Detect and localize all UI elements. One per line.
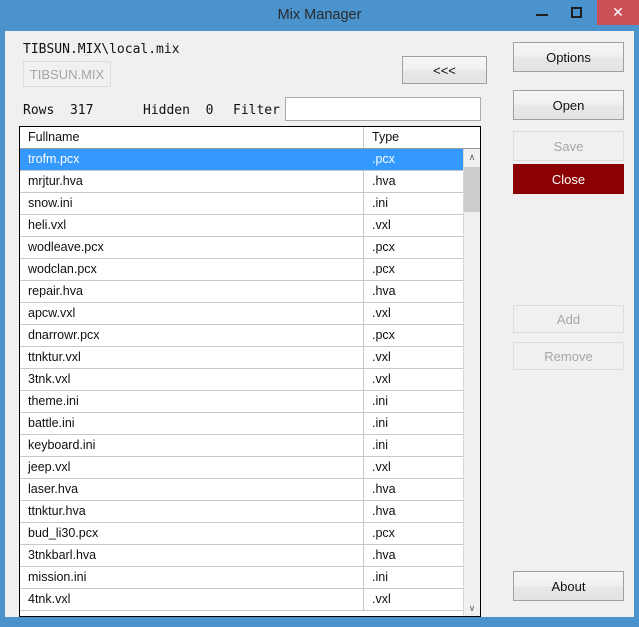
title-bar[interactable]: Mix Manager ✕ [0,0,639,31]
maximize-button[interactable] [562,0,592,25]
cell-type: .pcx [363,259,463,280]
close-window-button[interactable]: ✕ [597,0,639,25]
cell-fullname: 3tnk.vxl [28,372,71,386]
table-row[interactable]: 3tnkbarl.hva .hva [20,545,463,567]
file-list-grid[interactable]: Fullname Type trofm.pcx .pcx mrjtur.hva .hv… [19,126,481,617]
client-area: TIBSUN.MIX\local.mix TIBSUN.MIX <<< Rows… [5,31,634,617]
minimize-icon [536,14,548,16]
table-row[interactable]: theme.ini .ini [20,391,463,413]
scroll-up-arrow-icon[interactable]: ∧ [464,149,480,166]
options-button[interactable]: Options [513,42,624,72]
cell-fullname: trofm.pcx [28,152,80,166]
cell-fullname: repair.hva [28,284,83,298]
cell-type: .hva [363,501,463,522]
cell-type: .vxl [363,369,463,390]
mix-manager-window: Mix Manager ✕ TIBSUN.MIX\local.mix TIBSU… [0,0,639,627]
grid-header-row: Fullname Type [20,127,480,149]
table-row[interactable]: battle.ini .ini [20,413,463,435]
cell-type: .ini [363,391,463,412]
cell-fullname: snow.ini [28,196,73,210]
filter-label: Filter [233,103,280,118]
cell-type: .ini [363,193,463,214]
cell-type: .pcx [363,325,463,346]
scrollbar-thumb[interactable] [464,167,480,212]
table-row[interactable]: wodclan.pcx .pcx [20,259,463,281]
table-row[interactable]: dnarrowr.pcx .pcx [20,325,463,347]
open-button[interactable]: Open [513,90,624,120]
filter-input[interactable] [285,97,481,121]
cell-fullname: wodleave.pcx [28,240,104,254]
cell-type: .hva [363,281,463,302]
cell-fullname: keyboard.ini [28,438,96,452]
table-row[interactable]: 3tnk.vxl .vxl [20,369,463,391]
cell-type: .pcx [363,237,463,258]
cell-fullname: apcw.vxl [28,306,76,320]
cell-type: .vxl [363,589,463,610]
cell-type: .vxl [363,347,463,368]
table-row[interactable]: ttnktur.hva .hva [20,501,463,523]
column-header-type[interactable]: Type [363,127,463,148]
add-button[interactable]: Add [513,305,624,333]
grid-rows-viewport: trofm.pcx .pcx mrjtur.hva .hva snow.ini .ini h… [20,149,463,616]
close-icon: ✕ [612,4,624,20]
table-row[interactable]: mission.ini .ini [20,567,463,589]
cell-type: .ini [363,435,463,456]
scroll-down-arrow-icon[interactable]: ∨ [464,600,480,616]
cell-fullname: battle.ini [28,416,75,430]
close-button[interactable]: Close [513,164,624,194]
rows-count-label: Rows 317 [23,103,94,118]
save-button[interactable]: Save [513,131,624,161]
table-row[interactable]: snow.ini .ini [20,193,463,215]
table-row[interactable]: laser.hva .hva [20,479,463,501]
cell-fullname: wodclan.pcx [28,262,97,276]
table-row[interactable]: bud_li30.pcx .pcx [20,523,463,545]
cell-type: .ini [363,413,463,434]
cell-type: .pcx [363,523,463,544]
cell-fullname: 3tnkbarl.hva [28,548,97,562]
cell-type: .hva [363,545,463,566]
remove-button[interactable]: Remove [513,342,624,370]
cell-fullname: dnarrowr.pcx [28,328,100,342]
cell-type: .hva [363,479,463,500]
minimize-button[interactable] [527,0,557,25]
column-header-fullname[interactable]: Fullname [20,127,363,148]
cell-fullname: bud_li30.pcx [28,526,99,540]
cell-type: .vxl [363,457,463,478]
table-row[interactable]: ttnktur.vxl .vxl [20,347,463,369]
table-row[interactable]: trofm.pcx .pcx [20,149,463,171]
cell-fullname: mission.ini [28,570,87,584]
table-row[interactable]: jeep.vxl .vxl [20,457,463,479]
table-row[interactable]: 4tnk.vxl .vxl [20,589,463,611]
about-button[interactable]: About [513,571,624,601]
cell-type: .hva [363,171,463,192]
table-row[interactable]: heli.vxl .vxl [20,215,463,237]
cell-type: .pcx [363,149,463,170]
archive-path: TIBSUN.MIX\local.mix [23,42,180,57]
cell-type: .ini [363,567,463,588]
hidden-count-label: Hidden 0 [143,103,214,118]
maximize-icon [571,7,582,18]
cell-fullname: theme.ini [28,394,79,408]
table-row[interactable]: apcw.vxl .vxl [20,303,463,325]
vertical-scrollbar[interactable]: ∧ ∨ [463,149,480,616]
back-button[interactable]: <<< [402,56,487,84]
cell-type: .vxl [363,303,463,324]
cell-fullname: ttnktur.vxl [28,350,81,364]
table-row[interactable]: mrjtur.hva .hva [20,171,463,193]
cell-fullname: heli.vxl [28,218,67,232]
cell-fullname: jeep.vxl [28,460,71,474]
cell-fullname: mrjtur.hva [28,174,83,188]
cell-fullname: ttnktur.hva [28,504,86,518]
table-row[interactable]: keyboard.ini .ini [20,435,463,457]
table-row[interactable]: wodleave.pcx .pcx [20,237,463,259]
cell-type: .vxl [363,215,463,236]
cell-fullname: 4tnk.vxl [28,592,71,606]
table-row[interactable]: repair.hva .hva [20,281,463,303]
cell-fullname: laser.hva [28,482,79,496]
breadcrumb-tibsun-mix-button[interactable]: TIBSUN.MIX [23,61,111,87]
